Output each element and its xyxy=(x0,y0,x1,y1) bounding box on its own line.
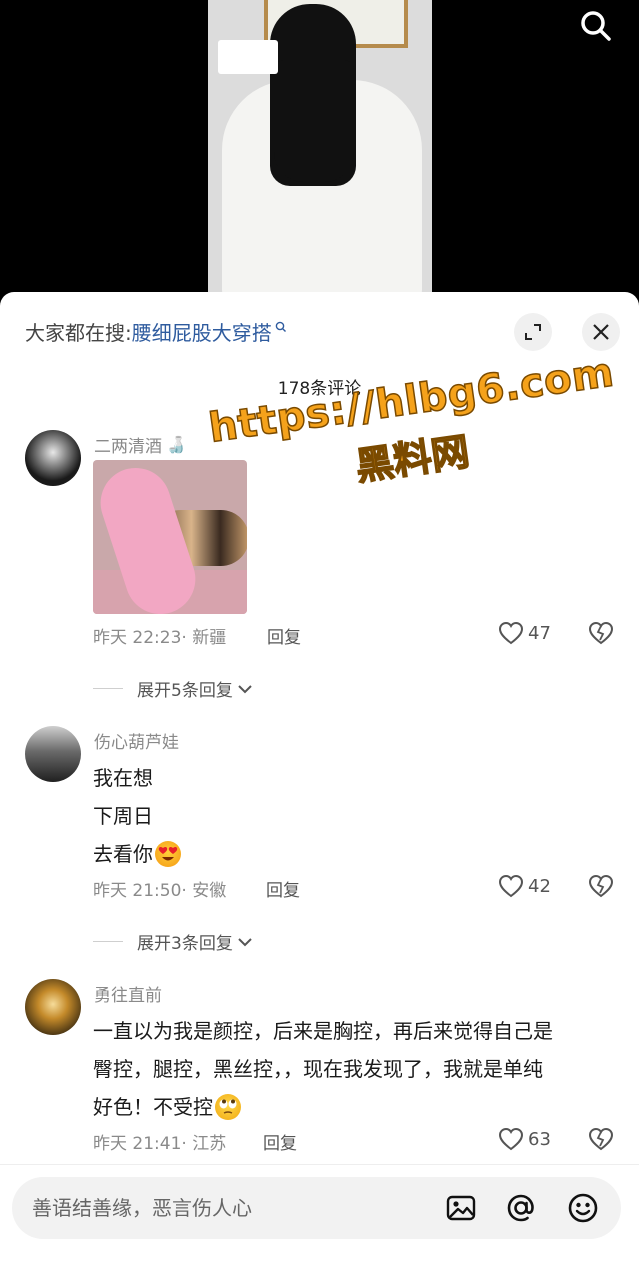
comment-username[interactable]: 勇往直前 xyxy=(94,981,162,1006)
broken-heart-icon xyxy=(588,1127,614,1151)
image-icon[interactable] xyxy=(444,1191,478,1225)
like-button[interactable]: 47 xyxy=(498,621,551,645)
search-suggestion-term[interactable]: 腰细屁股大穿搭 xyxy=(132,317,272,346)
video-player[interactable] xyxy=(0,0,639,300)
heart-icon xyxy=(498,621,524,645)
search-icon[interactable] xyxy=(576,6,616,46)
comment-input-bar xyxy=(0,1164,639,1280)
comment-image[interactable] xyxy=(93,460,247,614)
reply-button[interactable]: 回复 xyxy=(263,1129,297,1154)
broken-heart-icon xyxy=(588,874,614,898)
avatar[interactable] xyxy=(25,430,81,486)
person-hair-lower xyxy=(274,60,354,182)
search-suggestion[interactable]: 大家都在搜: 腰细屁股大穿搭 xyxy=(25,316,287,346)
video-frame xyxy=(208,0,432,300)
comment-text-line: 好色！不受控 xyxy=(93,1091,241,1122)
close-button[interactable] xyxy=(582,313,620,351)
like-button[interactable]: 42 xyxy=(498,874,551,898)
heart-icon xyxy=(498,1127,524,1151)
watermark-name: 黑料网 xyxy=(352,429,473,490)
search-suggestion-label: 大家都在搜: xyxy=(25,320,132,345)
close-icon xyxy=(593,324,609,340)
comment-meta: 昨天 21:50· 安徽 xyxy=(93,881,227,901)
comment-username[interactable]: 伤心葫芦娃 xyxy=(94,728,179,753)
heart-eyes-emoji xyxy=(155,840,181,867)
comment-input-box[interactable] xyxy=(12,1177,621,1239)
reply-button[interactable]: 回复 xyxy=(266,876,300,901)
expand-replies-button[interactable]: 展开3条回复 xyxy=(93,929,253,954)
comment-text-line: 我在想 xyxy=(93,766,153,790)
comment-panel: 大家都在搜: 腰细屁股大穿搭 178条评论 二两清酒 🍶 昨天 22:23· 新… xyxy=(0,292,639,1280)
small-search-icon xyxy=(275,321,286,332)
like-count: 42 xyxy=(528,875,551,897)
expand-replies-button[interactable]: 展开5条回复 xyxy=(93,676,253,701)
watermark: https://hlbg6.com 黑料网 xyxy=(204,333,617,508)
dislike-button[interactable] xyxy=(588,1127,614,1153)
dislike-button[interactable] xyxy=(588,621,614,647)
watermark-url: https://hlbg6.com xyxy=(205,349,617,453)
reply-button[interactable]: 回复 xyxy=(267,623,301,648)
mention-icon[interactable] xyxy=(504,1191,538,1225)
sake-emoji: 🍶 xyxy=(166,435,186,454)
chevron-down-icon xyxy=(238,684,252,693)
comment-text-line: 去看你 xyxy=(93,838,181,869)
heart-icon xyxy=(498,874,524,898)
comment-username[interactable]: 二两清酒 🍶 xyxy=(94,432,186,457)
comment-meta: 昨天 21:41· 江苏 xyxy=(93,1134,227,1154)
like-count: 63 xyxy=(528,1128,551,1150)
comment-text-line: 下周日 xyxy=(93,804,153,828)
like-count: 47 xyxy=(528,622,551,644)
emoji-icon[interactable] xyxy=(566,1191,600,1225)
video-sticker xyxy=(218,40,278,74)
like-button[interactable]: 63 xyxy=(498,1127,551,1151)
comment-input[interactable] xyxy=(32,1193,422,1223)
expand-icon xyxy=(525,324,541,340)
expand-button[interactable] xyxy=(514,313,552,351)
comment-text-line: 臀控，腿控，黑丝控，，现在我发现了，我就是单纯 xyxy=(93,1057,543,1081)
comment-meta: 昨天 22:23· 新疆 xyxy=(93,628,227,648)
comment-count: 178条评论 xyxy=(277,379,362,399)
comment-text-line: 一直以为我是颜控，后来是胸控，再后来觉得自己是 xyxy=(93,1019,553,1043)
chevron-down-icon xyxy=(238,937,252,946)
dislike-button[interactable] xyxy=(588,874,614,900)
broken-heart-icon xyxy=(588,621,614,645)
eye-roll-emoji xyxy=(215,1093,241,1120)
avatar[interactable] xyxy=(25,726,81,782)
avatar[interactable] xyxy=(25,979,81,1035)
